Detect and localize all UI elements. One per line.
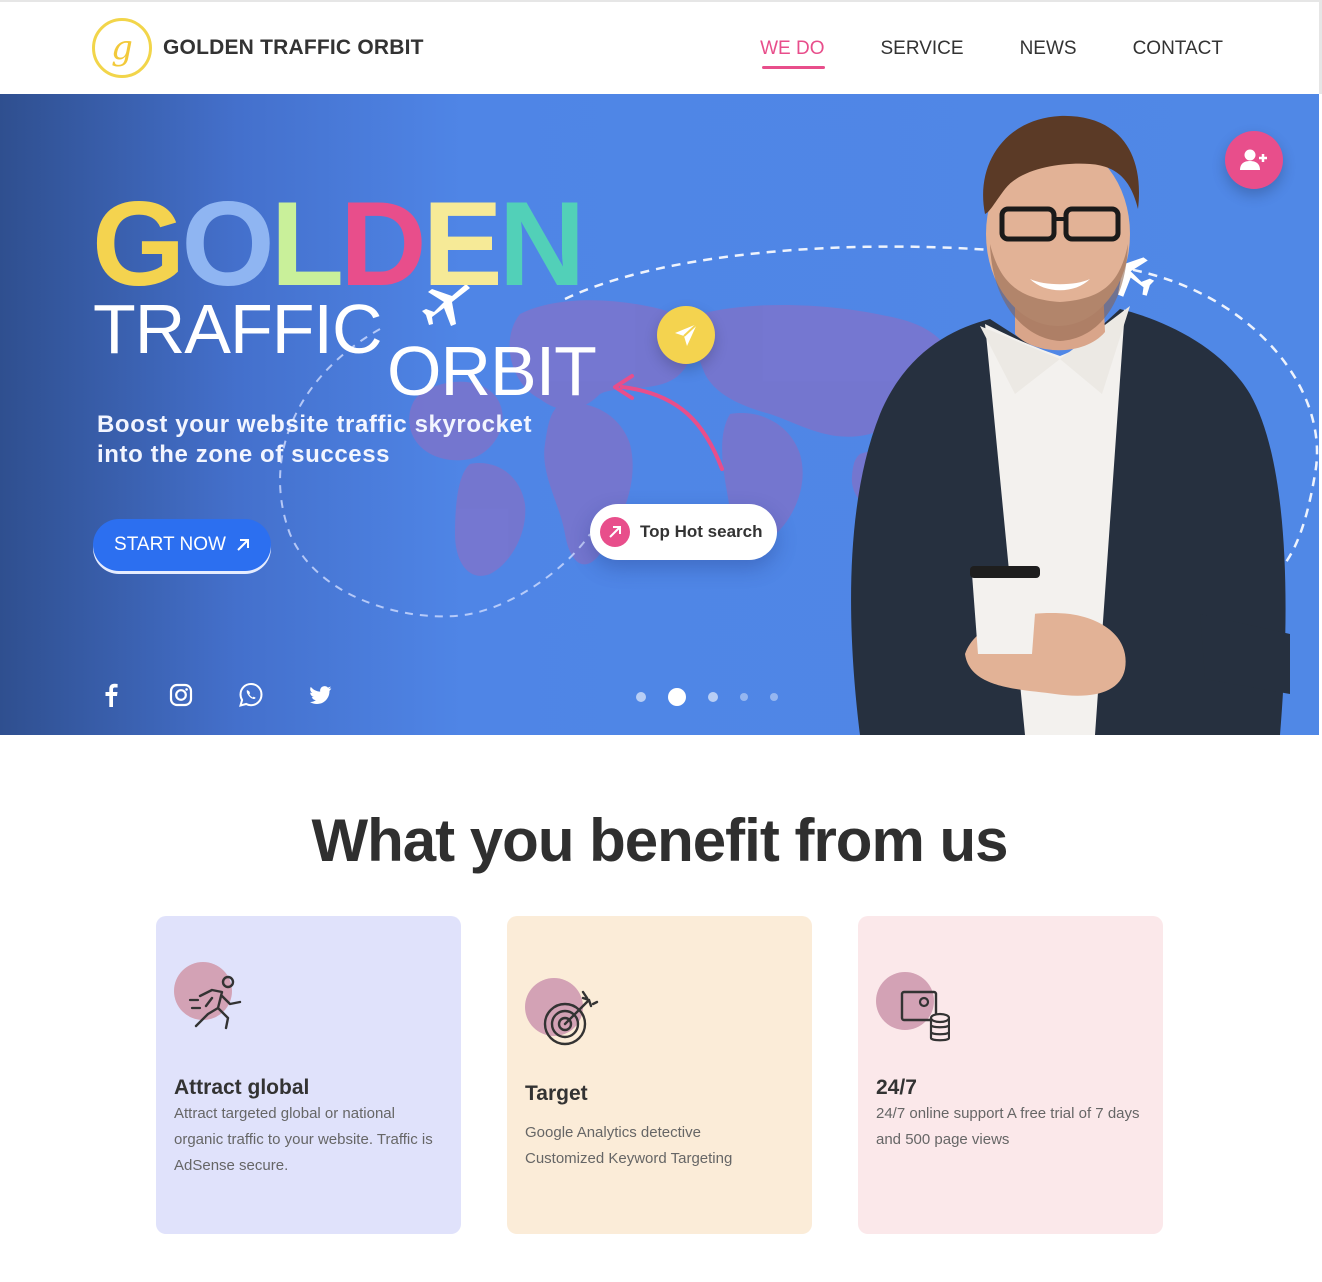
nav-item-we-do[interactable]: WE DO — [760, 38, 825, 69]
nav-item-news[interactable]: NEWS — [1020, 38, 1077, 60]
nav-item-contact[interactable]: CONTACT — [1133, 38, 1223, 60]
slider-dot[interactable] — [740, 693, 748, 701]
benefit-card-attract-global: Attract global Attract targeted global o… — [156, 916, 461, 1234]
social-links — [98, 682, 334, 708]
top-hot-search-chip[interactable]: Top Hot search — [590, 504, 777, 560]
paper-plane-icon — [675, 323, 698, 346]
twitter-icon[interactable] — [308, 682, 334, 708]
card-text: Google Analytics detective Customized Ke… — [525, 1124, 733, 1167]
hero-letter: G — [92, 177, 185, 311]
logo-mark: g — [111, 28, 133, 68]
add-user-button[interactable] — [1225, 131, 1283, 189]
start-now-button[interactable]: START NOW — [93, 519, 271, 571]
benefits-heading: What you benefit from us — [311, 807, 1009, 874]
card-title: 24/7 — [876, 1076, 917, 1099]
hero-title-golden: GOLDEN — [92, 177, 586, 311]
logo[interactable]: g — [92, 18, 152, 78]
benefit-card-target: Target Google Analytics detective Custom… — [507, 916, 812, 1234]
slider-dot[interactable] — [636, 692, 646, 702]
main-nav: WE DO SERVICE NEWS CONTACT — [760, 38, 1223, 69]
site-header: g GOLDEN TRAFFIC ORBIT WE DO SERVICE NEW… — [0, 0, 1322, 94]
start-now-label: START NOW — [114, 534, 226, 555]
card-text: Attract targeted global or national orga… — [174, 1105, 433, 1174]
hero-banner: GOLDEN TRAFFIC ORBIT Boost your website … — [0, 94, 1319, 735]
card-title: Attract global — [174, 1076, 310, 1099]
send-badge — [657, 306, 715, 364]
hero-letter: L — [270, 177, 344, 311]
slider-dot[interactable] — [708, 692, 718, 702]
hero-title-orbit: ORBIT — [387, 332, 597, 410]
card-text: 24/7 online support A free trial of 7 da… — [876, 1105, 1140, 1148]
slider-dots — [636, 688, 778, 706]
brand-name[interactable]: GOLDEN TRAFFIC ORBIT — [163, 36, 424, 60]
hero-title-traffic: TRAFFIC — [93, 290, 383, 368]
card-title: Target — [525, 1082, 588, 1105]
arrow-up-right-icon — [237, 539, 249, 551]
instagram-icon[interactable] — [168, 682, 194, 708]
facebook-icon[interactable] — [98, 682, 124, 708]
trending-up-icon — [600, 517, 630, 547]
runner-icon — [174, 962, 254, 1042]
user-plus-icon — [1240, 149, 1267, 170]
benefit-card-support: 24/7 24/7 online support A free trial of… — [858, 916, 1163, 1234]
hero-letter: N — [498, 177, 586, 311]
monitor-database-icon — [876, 972, 956, 1052]
nav-item-service[interactable]: SERVICE — [881, 38, 964, 60]
hero-subtitle: Boost your website traffic skyrocket int… — [97, 411, 533, 468]
slider-dot-active[interactable] — [668, 688, 686, 706]
hero-letter: O — [181, 177, 274, 311]
target-icon — [525, 978, 605, 1058]
top-hot-search-label: Top Hot search — [640, 522, 763, 541]
slider-dot[interactable] — [770, 693, 778, 701]
whatsapp-icon[interactable] — [238, 682, 264, 708]
hero-letter: D — [340, 177, 427, 311]
hero-letter: E — [422, 177, 503, 311]
businessman-photo — [851, 115, 1290, 735]
